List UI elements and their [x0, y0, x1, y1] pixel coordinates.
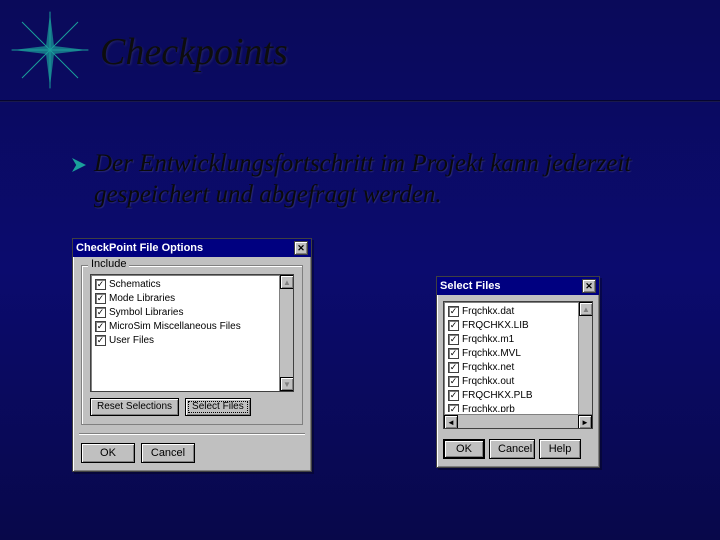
list-item-label: User Files: [109, 335, 154, 346]
checkbox-icon[interactable]: ✓: [95, 307, 106, 318]
list-item-label: FRQCHKX.PLB: [462, 390, 533, 401]
list-item[interactable]: ✓MicroSim Miscellaneous Files: [93, 319, 277, 333]
list-item[interactable]: ✓Frqchkx.MVL: [446, 346, 576, 360]
checkbox-icon[interactable]: ✓: [95, 293, 106, 304]
reset-selections-button[interactable]: Reset Selections: [90, 398, 179, 416]
list-item[interactable]: ✓FRQCHKX.LIB: [446, 318, 576, 332]
checkbox-icon[interactable]: ✓: [448, 320, 459, 331]
list-item-label: Frqchkx.MVL: [462, 348, 521, 359]
select-files-button[interactable]: Select Files: [185, 398, 251, 416]
checkbox-icon[interactable]: ✓: [95, 321, 106, 332]
list-item-label: Mode Libraries: [109, 293, 175, 304]
bullet-text: Der Entwicklungsfortschritt im Projekt k…: [94, 148, 652, 211]
dialog-titlebar[interactable]: Select Files ✕: [437, 277, 599, 295]
ok-button[interactable]: OK: [443, 439, 485, 459]
list-item-label: FRQCHKX.LIB: [462, 320, 529, 331]
list-item-label: Frqchkx.prb: [462, 404, 515, 413]
list-item-label: MicroSim Miscellaneous Files: [109, 321, 241, 332]
horizontal-scrollbar[interactable]: ◄ ►: [444, 414, 592, 428]
scroll-right-icon[interactable]: ►: [578, 415, 592, 429]
help-button[interactable]: Help: [539, 439, 581, 459]
scroll-up-icon[interactable]: ▲: [280, 275, 294, 289]
dialog-title: Select Files: [440, 280, 501, 292]
checkbox-icon[interactable]: ✓: [448, 348, 459, 359]
bullet-row: Der Entwicklungsfortschritt im Projekt k…: [72, 148, 652, 211]
checkbox-icon[interactable]: ✓: [448, 390, 459, 401]
scroll-left-icon[interactable]: ◄: [444, 415, 458, 429]
cancel-button[interactable]: Cancel: [141, 443, 195, 463]
list-item[interactable]: ✓User Files: [93, 333, 277, 347]
list-item-label: Schematics: [109, 279, 161, 290]
list-item[interactable]: ✓FRQCHKX.PLB: [446, 388, 576, 402]
horizontal-rule: [0, 100, 720, 102]
checkbox-icon[interactable]: ✓: [448, 404, 459, 413]
list-item-label: Frqchkx.dat: [462, 306, 514, 317]
vertical-scrollbar[interactable]: ▲ ▼: [578, 302, 592, 428]
list-item[interactable]: ✓Schematics: [93, 277, 277, 291]
list-item-label: Frqchkx.net: [462, 362, 514, 373]
include-group: Include ✓Schematics✓Mode Libraries✓Symbo…: [81, 265, 303, 425]
checkbox-icon[interactable]: ✓: [448, 362, 459, 373]
close-icon[interactable]: ✕: [294, 241, 308, 255]
list-item[interactable]: ✓Symbol Libraries: [93, 305, 277, 319]
list-item[interactable]: ✓Mode Libraries: [93, 291, 277, 305]
list-item[interactable]: ✓Frqchkx.prb: [446, 402, 576, 412]
scroll-down-icon[interactable]: ▼: [280, 377, 294, 391]
checkbox-icon[interactable]: ✓: [448, 376, 459, 387]
star-icon: [10, 10, 90, 90]
vertical-scrollbar[interactable]: ▲ ▼: [279, 275, 293, 391]
dialog-title: CheckPoint File Options: [76, 242, 203, 254]
checkbox-icon[interactable]: ✓: [448, 306, 459, 317]
dialog-titlebar[interactable]: CheckPoint File Options ✕: [73, 239, 311, 257]
select-files-dialog: Select Files ✕ ✓Frqchkx.dat✓FRQCHKX.LIB✓…: [436, 276, 600, 468]
list-item-label: Frqchkx.m1: [462, 334, 514, 345]
slide-title: Checkpoints: [100, 30, 288, 74]
group-label: Include: [88, 258, 129, 270]
list-item[interactable]: ✓Frqchkx.net: [446, 360, 576, 374]
checkbox-icon[interactable]: ✓: [95, 279, 106, 290]
checkpoint-options-dialog: CheckPoint File Options ✕ Include ✓Schem…: [72, 238, 312, 472]
arrow-bullet-icon: [72, 158, 86, 172]
files-listbox[interactable]: ✓Frqchkx.dat✓FRQCHKX.LIB✓Frqchkx.m1✓Frqc…: [443, 301, 593, 429]
list-item-label: Symbol Libraries: [109, 307, 183, 318]
close-icon[interactable]: ✕: [582, 279, 596, 293]
checkbox-icon[interactable]: ✓: [448, 334, 459, 345]
cancel-button[interactable]: Cancel: [489, 439, 535, 459]
scroll-up-icon[interactable]: ▲: [579, 302, 593, 316]
list-item[interactable]: ✓Frqchkx.m1: [446, 332, 576, 346]
list-item[interactable]: ✓Frqchkx.out: [446, 374, 576, 388]
checkbox-icon[interactable]: ✓: [95, 335, 106, 346]
list-item-label: Frqchkx.out: [462, 376, 514, 387]
separator: [79, 433, 305, 435]
include-listbox[interactable]: ✓Schematics✓Mode Libraries✓Symbol Librar…: [90, 274, 294, 392]
list-item[interactable]: ✓Frqchkx.dat: [446, 304, 576, 318]
ok-button[interactable]: OK: [81, 443, 135, 463]
